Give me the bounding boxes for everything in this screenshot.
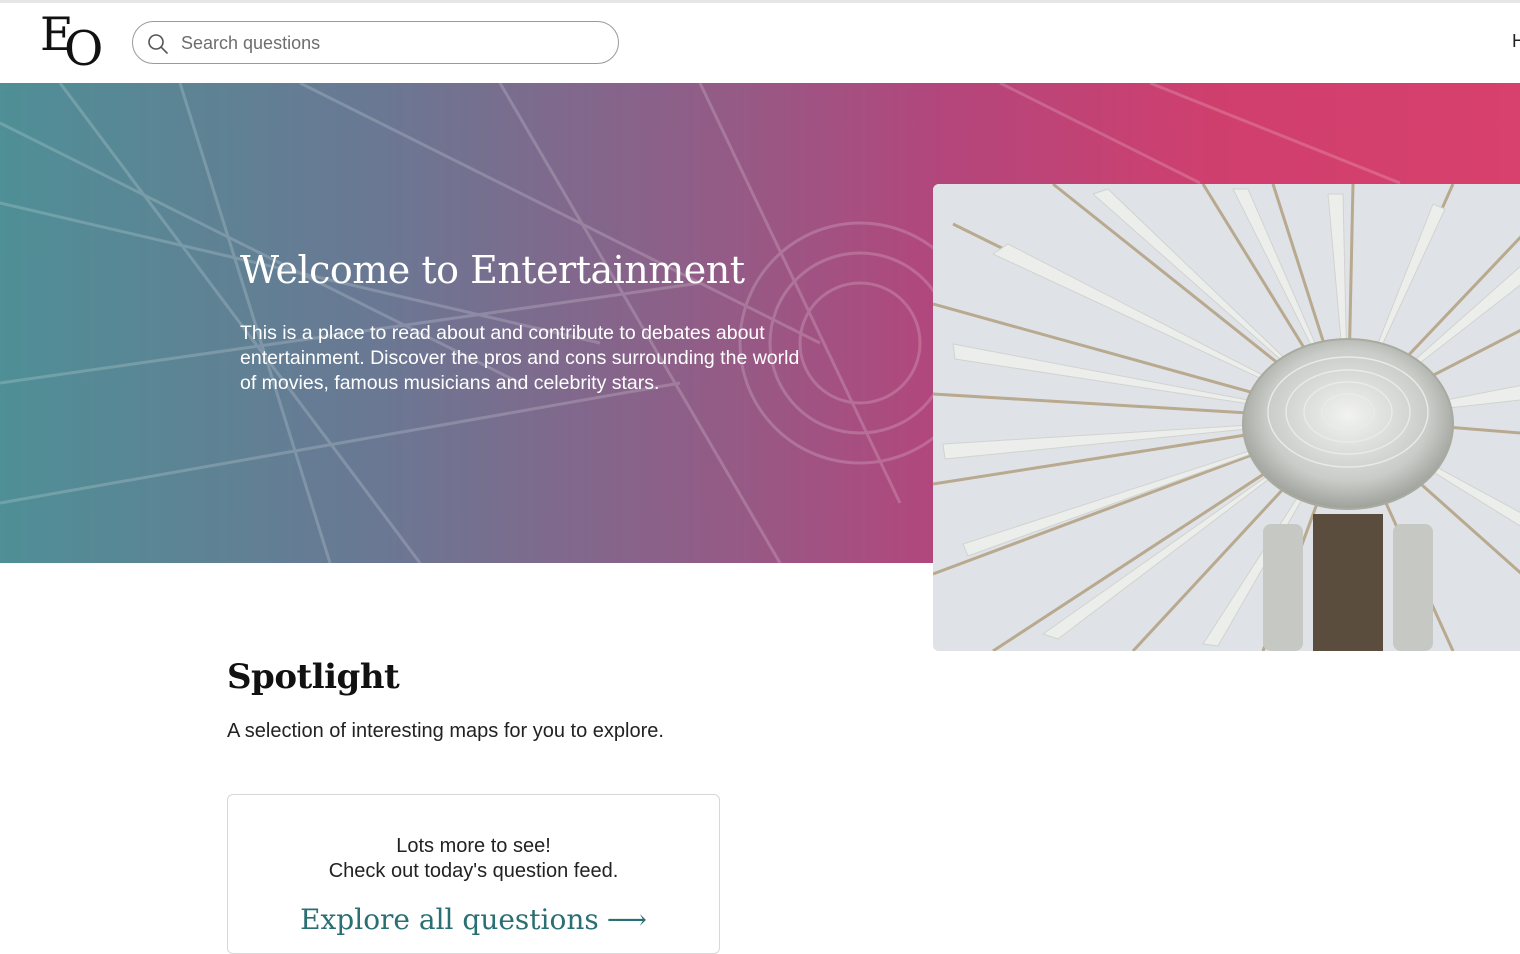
card-line-2: Check out today's question feed.: [328, 860, 619, 882]
explore-all-questions-link[interactable]: Explore all questions ⟶: [228, 903, 719, 936]
search-input[interactable]: [181, 28, 601, 58]
question-feed-card: Lots more to see! Check out today's ques…: [227, 794, 720, 954]
ferris-wheel-photo: [933, 184, 1520, 651]
search-box[interactable]: [132, 21, 619, 64]
hero-description: This is a place to read about and contri…: [240, 322, 800, 394]
nav-item-cut-off[interactable]: H: [1512, 31, 1520, 52]
logo-letter-o: O: [64, 21, 104, 77]
arrow-right-icon: ⟶: [606, 903, 647, 936]
card-line-1: Lots more to see!: [396, 835, 551, 857]
search-icon: [148, 34, 168, 54]
ferris-wheel-illustration: [933, 184, 1520, 651]
site-logo[interactable]: E O: [38, 11, 108, 75]
explore-link-label: Explore all questions: [300, 903, 599, 936]
hero-title: Welcome to Entertainment: [240, 248, 745, 292]
spotlight-title: Spotlight: [227, 657, 400, 697]
site-header: E O H: [0, 3, 1520, 83]
spotlight-subtitle: A selection of interesting maps for you …: [227, 720, 664, 742]
